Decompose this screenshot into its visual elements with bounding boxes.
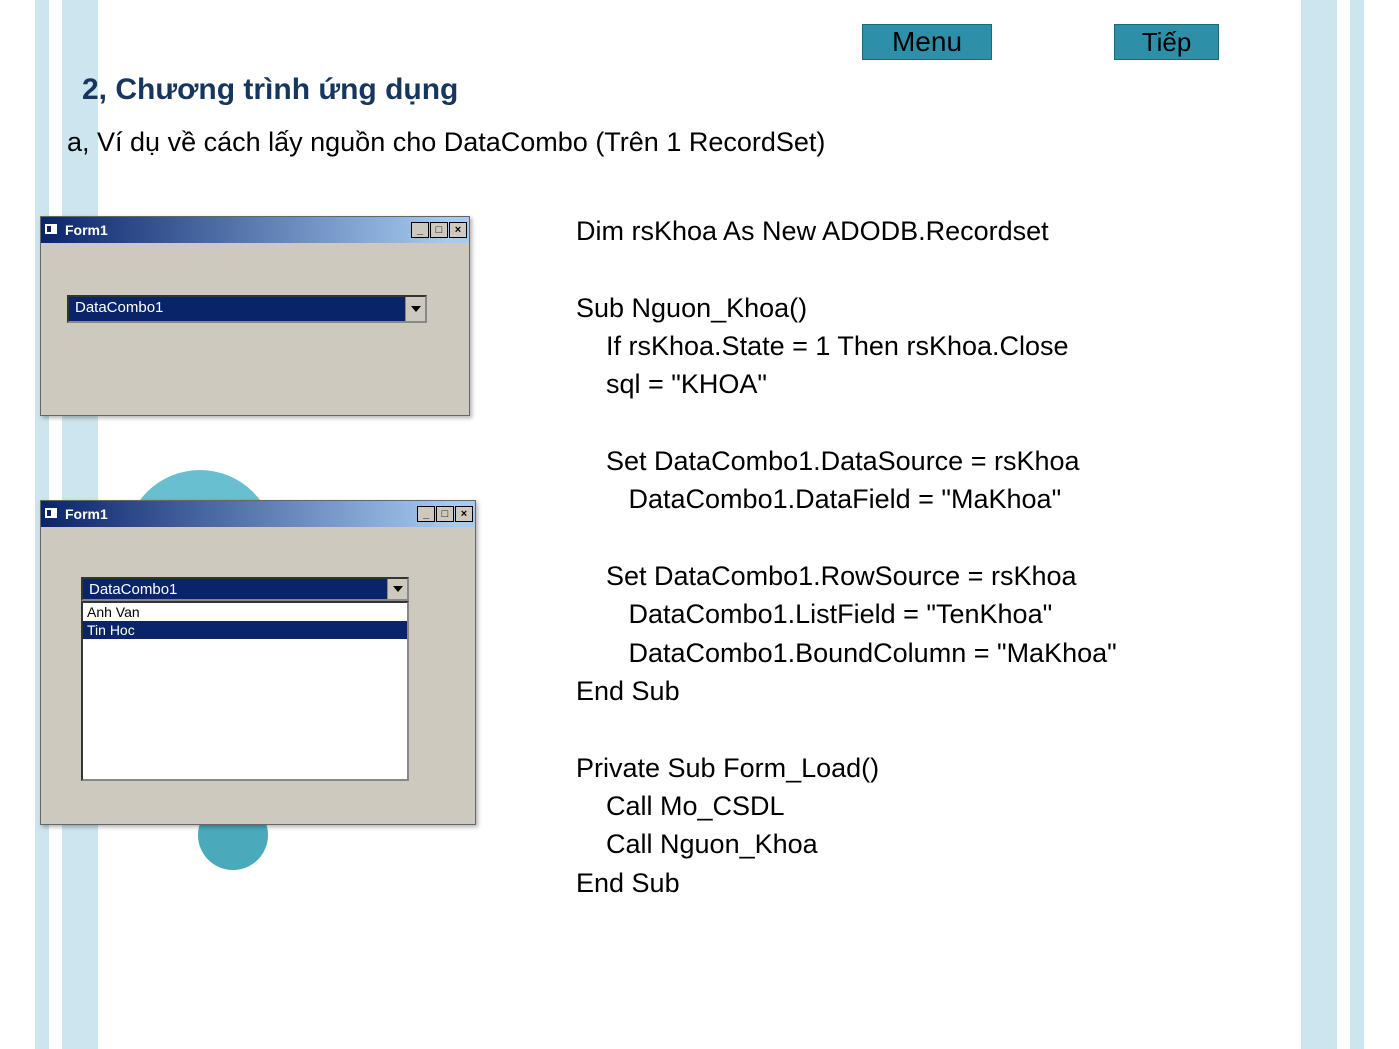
minimize-button[interactable]: _ [411,222,429,238]
maximize-button[interactable]: □ [436,506,454,522]
next-button[interactable]: Tiếp [1114,24,1219,60]
decor-band [1301,0,1337,1049]
code-snippet: Dim rsKhoa As New ADODB.Recordset Sub Ng… [576,212,1276,902]
titlebar[interactable]: Form1 _ □ × [41,217,469,243]
list-item[interactable]: Anh Van [83,603,407,621]
section-heading: 2, Chương trình ứng dụng [82,73,458,107]
data-combo[interactable]: DataCombo1 [67,295,427,323]
form-window-1: Form1 _ □ × DataCombo1 [40,216,470,416]
close-button[interactable]: × [455,506,473,522]
combo-text: DataCombo1 [69,297,405,321]
form-window-2: Form1 _ □ × DataCombo1 Anh VanTin Hoc [40,500,476,825]
combo-text: DataCombo1 [83,579,387,599]
app-icon [45,507,61,521]
app-icon [45,223,61,237]
section-subheading: a, Ví dụ về cách lấy nguồn cho DataCombo… [67,127,825,158]
close-button[interactable]: × [449,222,467,238]
decor-band [1350,0,1364,1049]
menu-button[interactable]: Menu [862,24,992,60]
maximize-button[interactable]: □ [430,222,448,238]
minimize-button[interactable]: _ [417,506,435,522]
chevron-down-icon[interactable] [387,579,407,599]
window-title: Form1 [65,506,416,522]
chevron-down-icon[interactable] [405,297,425,321]
titlebar[interactable]: Form1 _ □ × [41,501,475,527]
window-title: Form1 [65,222,410,238]
data-combo[interactable]: DataCombo1 [81,577,409,601]
combo-listbox[interactable]: Anh VanTin Hoc [81,601,409,781]
list-item[interactable]: Tin Hoc [83,621,407,639]
